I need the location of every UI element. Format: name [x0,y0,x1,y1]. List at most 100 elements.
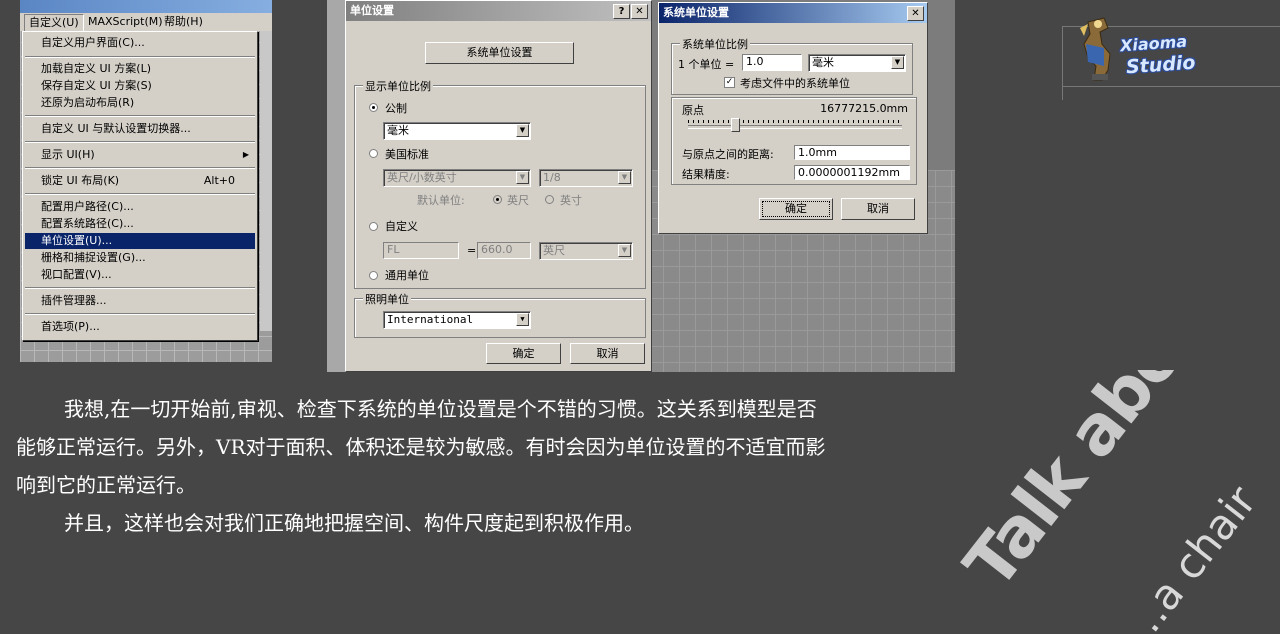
feet-radio[interactable] [493,195,502,204]
talk-about-watermark: Talk about ....a chair [960,370,1280,634]
custom-name-field[interactable]: FL [383,242,459,259]
one-unit-label: 1 个单位 = [678,58,735,71]
distance-field[interactable]: 1.0mm [794,145,910,160]
generic-units-radio[interactable] [369,271,378,280]
chevron-down-icon: ▼ [516,124,529,137]
menu-item-preferences[interactable]: 首选项(P)... [25,319,255,335]
us-standard-radio[interactable] [369,149,378,158]
display-unit-scale-label: 显示单位比例 [363,78,433,94]
menu-item-plugin-manager[interactable]: 插件管理器... [25,293,255,309]
menu-separator [25,56,255,58]
us-fraction-select-value: 1/8 [543,171,561,184]
system-dialog-titlebar: 系统单位设置 ✕ [659,3,927,23]
system-ok-button[interactable]: 确定 [759,198,833,220]
custom-value-field[interactable]: 660.0 [477,242,531,259]
system-unit-setup-button[interactable]: 系统单位设置 [425,42,574,64]
metric-label: 公制 [385,102,407,115]
lighting-units-group: 照明单位 International ▼ [354,291,646,338]
menu-item-lock-ui[interactable]: 锁定 UI 布局(K) Alt+0 [25,173,255,189]
chevron-down-icon: ▼ [618,171,631,184]
customize-dropdown: 自定义用户界面(C)... 加载自定义 UI 方案(L) 保存自定义 UI 方案… [22,31,258,341]
origin-label: 原点 [682,104,704,117]
chevron-down-icon: ▼ [891,56,904,69]
metric-radio[interactable] [369,103,378,112]
distance-label: 与原点之间的距离: [682,148,774,161]
close-button[interactable]: ✕ [907,6,924,21]
panel-edge [327,0,347,372]
equals-sign: = [467,244,477,257]
custom-label: 自定义 [385,220,418,233]
paragraph-1-line-3: 响到它的正常运行。 [16,473,196,497]
logo-text-studio: Studio [1125,51,1197,79]
chevron-down-icon: ▼ [516,313,529,326]
generic-units-label: 通用单位 [385,269,429,282]
menu-item-show-ui-label: 显示 UI(H) [41,148,95,161]
menu-item-units-setup[interactable]: 单位设置(U)... [25,233,255,249]
window-title-strip [20,0,272,13]
menu-item-load-scheme[interactable]: 加载自定义 UI 方案(L) [25,61,255,77]
menu-item-ui-switcher[interactable]: 自定义 UI 与默认设置切换器... [25,121,255,137]
menu-separator [25,141,255,143]
units-cancel-button[interactable]: 取消 [570,343,645,364]
menu-item-grid-snap[interactable]: 栅格和捕捉设置(G)... [25,250,255,266]
us-standard-label: 美国标准 [385,148,429,161]
menu-item-viewport-config[interactable]: 视口配置(V)... [25,267,255,283]
customize-menu-screenshot: 自定义(U) MAXScript(M) 帮助(H) 自定义用户界面(C)... … [20,0,272,362]
menu-item-save-scheme[interactable]: 保存自定义 UI 方案(S) [25,78,255,94]
lighting-units-select[interactable]: International ▼ [383,311,531,329]
paragraph-1-line-2: 能够正常运行。另外，VR对于面积、体积还是较为敏感。有时会因为单位设置的不适宜而… [16,435,826,459]
menu-item-revert-startup[interactable]: 还原为启动布局(R) [25,95,255,111]
system-unit-scale-label: 系统单位比例 [680,36,750,52]
unit-type-select[interactable]: 毫米 ▼ [808,54,906,72]
menu-separator [25,167,255,169]
chevron-down-icon: ▼ [618,244,631,257]
paragraph-1-line-1: 我想,在一切开始前,审视、检查下系统的单位设置是个不错的习惯。这关系到模型是否 [64,397,817,421]
menu-item-show-ui[interactable]: 显示 UI(H) ▶ [25,147,255,163]
menu-separator [25,313,255,315]
units-setup-dialog: 单位设置 ? ✕ 系统单位设置 显示单位比例 公制 毫米 ▼ 美国标准 英尺/小… [345,0,652,372]
us-standard-select[interactable]: 英尺/小数英寸 ▼ [383,169,531,187]
feet-label: 英尺 [507,194,529,207]
system-dialog-title: 系统单位设置 [663,6,729,19]
xiaoma-studio-logo: Xiaoma Studio [1062,12,1280,100]
menu-customize[interactable]: 自定义(U) [24,14,84,32]
system-cancel-button[interactable]: 取消 [841,198,915,220]
submenu-arrow-icon: ▶ [242,150,249,159]
respect-files-label: 考虑文件中的系统单位 [740,77,850,90]
menu-item-user-paths[interactable]: 配置用户路径(C)... [25,199,255,215]
inches-radio[interactable] [545,195,554,204]
units-dialog-titlebar: 单位设置 ? ✕ [346,1,651,21]
us-fraction-select[interactable]: 1/8 ▼ [539,169,633,187]
help-button[interactable]: ? [613,4,630,19]
units-ok-button[interactable]: 确定 [486,343,561,364]
display-unit-scale-group: 显示单位比例 公制 毫米 ▼ 美国标准 英尺/小数英寸 ▼ 1/8 ▼ 默认单位… [354,78,646,289]
menu-item-customize-ui[interactable]: 自定义用户界面(C)... [25,35,255,51]
menu-separator [25,115,255,117]
origin-group: 原点 16777215.0mm 与原点之间的距离: 1.0mm 结果精度: 0.… [671,97,917,185]
menu-separator [25,287,255,289]
origin-value: 16777215.0mm [820,102,908,115]
origin-slider-thumb[interactable] [731,118,741,132]
unit-value-field[interactable]: 1.0 [742,54,802,71]
lighting-units-select-value: International [387,313,474,326]
metric-select[interactable]: 毫米 ▼ [383,122,531,140]
viewport-edge [260,31,272,331]
menu-separator [25,193,255,195]
menu-help[interactable]: 帮助(H) [160,14,207,30]
metric-select-value: 毫米 [387,124,409,137]
close-button[interactable]: ✕ [631,4,648,19]
menu-bar: 自定义(U) MAXScript(M) 帮助(H) [20,0,272,32]
logo-left-rule [1062,26,1063,100]
custom-radio[interactable] [369,222,378,231]
horse-mascot-icon [1080,17,1111,81]
precision-label: 结果精度: [682,168,730,181]
lighting-units-label: 照明单位 [363,291,411,307]
menu-maxscript[interactable]: MAXScript(M) [84,14,167,30]
respect-files-checkbox[interactable]: ✓ [724,77,735,88]
lock-ui-shortcut: Alt+0 [203,174,235,187]
menu-item-lock-ui-label: 锁定 UI 布局(K) [41,174,120,187]
menu-item-system-paths[interactable]: 配置系统路径(C)... [25,216,255,232]
system-unit-setup-dialog: 系统单位设置 ✕ 系统单位比例 1 个单位 = 1.0 毫米 ▼ ✓ 考虑文件中… [658,2,928,234]
chevron-down-icon: ▼ [516,171,529,184]
custom-unit-select[interactable]: 英尺 ▼ [539,242,633,260]
